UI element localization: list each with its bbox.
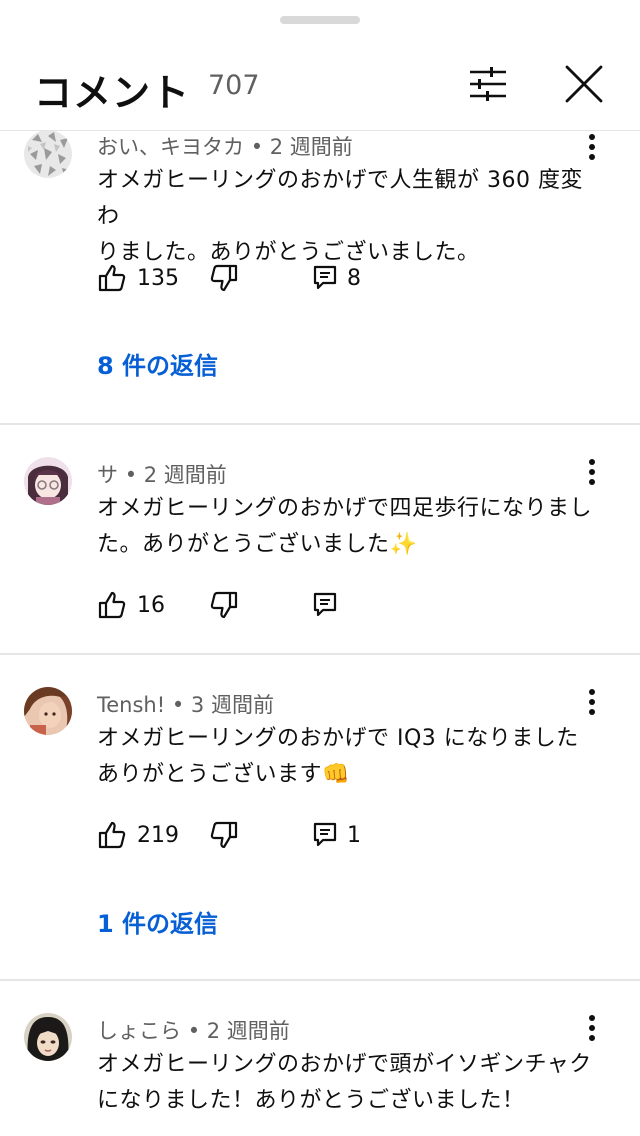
comment-text: オメガヒーリングのおかげで IQ3 になりました ありがとうございます👊: [97, 721, 597, 793]
reply-button[interactable]: 8: [313, 258, 361, 298]
reply-comment-icon: [313, 592, 337, 617]
comment-author[interactable]: おい、キヨタカ: [97, 135, 244, 159]
like-button[interactable]: 219: [97, 815, 179, 855]
comment-item: しょこら • 2 週間前 オメガヒーリングのおかげで頭がイソギンチャク になりま…: [0, 981, 640, 1136]
reply-comment-icon: [313, 822, 337, 847]
like-count: 219: [137, 822, 179, 848]
comment-item: サ • 2 週間前 オメガヒーリングのおかげで四足歩行になりまし た。ありがとう…: [0, 425, 640, 655]
comment-text: オメガヒーリングのおかげで頭がイソギンチャク になりました！ありがとうございまし…: [97, 1047, 597, 1119]
more-vert-icon: [589, 134, 595, 160]
comment-item: おい、キヨタカ • 2 週間前 オメガヒーリングのおかげで人生観が 360 度変…: [0, 131, 640, 425]
comment-text: オメガヒーリングのおかげで四足歩行になりまし た。ありがとうございました✨: [97, 491, 597, 563]
drag-handle[interactable]: [280, 16, 360, 24]
comments-header: コメント 707: [0, 40, 640, 131]
avatar[interactable]: [24, 687, 72, 735]
like-button[interactable]: 135: [97, 258, 179, 298]
comment-text-line: オメガヒーリングのおかげで人生観が 360 度変わ: [97, 168, 583, 229]
comment-list[interactable]: おい、キヨタカ • 2 週間前 オメガヒーリングのおかげで人生観が 360 度変…: [0, 131, 640, 1136]
comment-text-line: になりました！ありがとうございました！: [97, 1088, 525, 1113]
thumbs-down-icon: [210, 821, 238, 849]
more-options-button[interactable]: [580, 685, 604, 719]
comment-text-line: た。ありがとうございました✨: [97, 532, 418, 557]
reply-count: 8: [347, 265, 361, 291]
dislike-button[interactable]: [209, 585, 239, 625]
avatar[interactable]: [24, 457, 72, 505]
reply-comment-icon: [313, 265, 337, 290]
sliders-icon: [470, 67, 506, 101]
avatar[interactable]: [24, 131, 72, 178]
more-vert-icon: [589, 689, 595, 715]
more-options-button[interactable]: [580, 455, 604, 489]
comment-actions: 16: [97, 585, 497, 625]
comment-text-line: オメガヒーリングのおかげで頭がイソギンチャク: [97, 1052, 592, 1077]
comment-author[interactable]: Tensh!: [97, 693, 165, 717]
thumbs-up-icon: [98, 264, 126, 292]
comment-meta: Tensh! • 3 週間前: [97, 689, 274, 719]
comment-author[interactable]: しょこら: [97, 1019, 181, 1043]
thumbs-down-icon: [210, 264, 238, 292]
comments-sheet: コメント 707 おい、キヨタカ • 2 週間前 オメガヒーリングのおかげで人生…: [0, 0, 640, 1136]
comment-meta: しょこら • 2 週間前: [97, 1015, 290, 1045]
comment-time: 3 週間前: [190, 693, 274, 717]
comment-text-line: オメガヒーリングのおかげで四足歩行になりまし: [97, 496, 593, 521]
comment-actions: 135 8: [97, 258, 497, 298]
thumbs-up-icon: [98, 821, 126, 849]
dislike-button[interactable]: [209, 815, 239, 855]
comment-time: 2 週間前: [269, 135, 353, 159]
meta-separator: •: [124, 463, 144, 487]
dislike-button[interactable]: [209, 258, 239, 298]
comment-text: オメガヒーリングのおかげで人生観が 360 度変わ りました。ありがとうございま…: [97, 163, 597, 271]
comment-text-line: ありがとうございます👊: [97, 762, 350, 787]
comment-author[interactable]: サ: [97, 463, 118, 487]
meta-separator: •: [250, 135, 270, 159]
avatar[interactable]: [24, 1013, 72, 1061]
more-options-button[interactable]: [580, 1011, 604, 1045]
more-vert-icon: [589, 1015, 595, 1041]
more-vert-icon: [589, 459, 595, 485]
more-options-button[interactable]: [580, 131, 604, 164]
view-replies-link[interactable]: 1 件の返信: [97, 904, 218, 939]
comment-item: Tensh! • 3 週間前 オメガヒーリングのおかげで IQ3 になりました …: [0, 655, 640, 981]
meta-separator: •: [187, 1019, 207, 1043]
comment-text-line: オメガヒーリングのおかげで IQ3 になりました: [97, 726, 579, 751]
comment-actions: 219 1: [97, 815, 497, 855]
comment-time: 2 週間前: [206, 1019, 290, 1043]
close-icon: [565, 65, 603, 103]
reply-button[interactable]: 1: [313, 815, 361, 855]
like-count: 16: [137, 592, 165, 618]
thumbs-up-icon: [98, 591, 126, 619]
meta-separator: •: [171, 693, 191, 717]
reply-count: 1: [347, 822, 361, 848]
comment-meta: サ • 2 週間前: [97, 459, 227, 489]
like-button[interactable]: 16: [97, 585, 165, 625]
view-replies-link[interactable]: 8 件の返信: [97, 346, 218, 381]
page-title: コメント: [34, 71, 191, 115]
comment-time: 2 週間前: [143, 463, 227, 487]
like-count: 135: [137, 265, 179, 291]
sort-filter-button[interactable]: [466, 64, 510, 104]
comment-count: 707: [208, 70, 260, 101]
comment-meta: おい、キヨタカ • 2 週間前: [97, 131, 353, 161]
close-button[interactable]: [562, 62, 606, 106]
thumbs-down-icon: [210, 591, 238, 619]
reply-button[interactable]: [313, 585, 337, 625]
